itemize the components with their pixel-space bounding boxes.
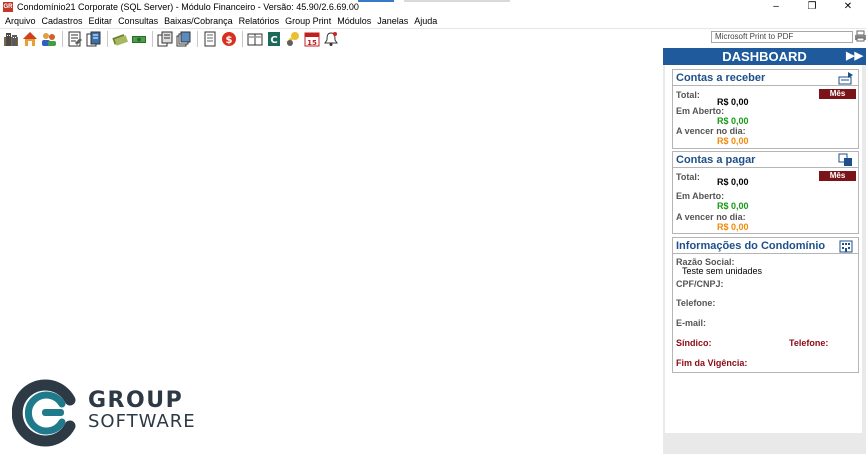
cash-icon[interactable] [130, 30, 148, 48]
card-title-receber-label: Contas a receber [676, 72, 766, 84]
pagar-vencer-value: R$ 0,00 [717, 222, 749, 232]
pagar-aberto-label: Em Aberto: [676, 191, 725, 201]
dashboard-header: DASHBOARD ▶▶ [663, 48, 866, 65]
cpf-cnpj-label: CPF/CNPJ: [676, 279, 724, 289]
receber-vencer-value: R$ 0,00 [717, 136, 749, 146]
restore-button[interactable]: ❐ [794, 0, 830, 14]
group-software-logo-icon [11, 378, 82, 448]
dashboard-body: Contas a receber Mês Total: R$ 0,00 Em A… [665, 65, 862, 433]
receber-total-label: Total: [676, 90, 700, 100]
pagar-total-value: R$ 0,00 [717, 177, 749, 187]
calendar-icon[interactable]: 15 [303, 30, 321, 48]
svg-text:$: $ [226, 35, 233, 46]
mes-button-pagar[interactable]: Mês [819, 171, 856, 181]
title-accent-secondary [404, 0, 510, 2]
toolbar-separator [242, 30, 243, 47]
stack-documents-icon[interactable] [175, 30, 193, 48]
dashboard-title: DASHBOARD [722, 49, 807, 64]
menu-editar[interactable]: Editar [86, 16, 116, 26]
documents-icon[interactable] [85, 30, 103, 48]
pagar-vencer-label: A vencer no dia: [676, 212, 746, 222]
document-edit-icon[interactable] [66, 30, 84, 48]
card-title-pagar-label: Contas a pagar [676, 154, 756, 166]
alarm-icon[interactable] [322, 30, 340, 48]
notepad-icon[interactable] [201, 30, 219, 48]
logo-text-group: GROUP [88, 388, 184, 413]
close-button[interactable]: ✕ [830, 0, 866, 14]
svg-text:C: C [270, 35, 277, 46]
key-user-icon[interactable] [284, 30, 302, 48]
payables-icon [838, 153, 854, 167]
menu-relatorios[interactable]: Relatórios [236, 16, 283, 26]
receber-vencer-label: A vencer no dia: [676, 126, 746, 136]
telefone-label: Telefone: [676, 298, 716, 308]
building-info-icon [838, 239, 854, 253]
title-accent [358, 0, 394, 2]
razao-social-value: Teste sem unidades [682, 266, 763, 276]
menu-modulos[interactable]: Módulos [334, 16, 374, 26]
minimize-button[interactable]: – [758, 0, 794, 14]
sindico-label: Síndico: [676, 338, 712, 348]
email-label: E-mail: [676, 318, 707, 328]
dashboard-panel: DASHBOARD ▶▶ Contas a receber Mês Total:… [663, 48, 866, 454]
card-contas-pagar: Contas a pagar Mês Total: R$ 0,00 Em Abe… [672, 151, 859, 234]
book-icon[interactable] [246, 30, 264, 48]
menu-baixas-cobranca[interactable]: Baixas/Cobrança [161, 16, 236, 26]
window-title: Condomínio21 Corporate (SQL Server) - Mó… [17, 2, 359, 12]
fim-vigencia-label: Fim da Vigência: [676, 358, 748, 368]
menu-consultas[interactable]: Consultas [115, 16, 161, 26]
users-icon[interactable] [40, 30, 58, 48]
receivables-icon [838, 71, 854, 85]
money-icon[interactable] [111, 30, 129, 48]
svg-text:15: 15 [307, 39, 317, 47]
home-icon[interactable] [21, 30, 39, 48]
card-contas-receber: Contas a receber Mês Total: R$ 0,00 Em A… [672, 69, 859, 149]
card-title-receber: Contas a receber [673, 70, 858, 86]
mes-button-receber[interactable]: Mês [819, 89, 856, 99]
pagar-aberto-value: R$ 0,00 [717, 201, 749, 211]
menu-cadastros[interactable]: Cadastros [39, 16, 86, 26]
building-icon[interactable] [2, 30, 20, 48]
app-icon: GR [3, 2, 13, 12]
pagar-total-label: Total: [676, 172, 700, 182]
menu-bar: Arquivo Cadastros Editar Consultas Baixa… [0, 14, 866, 28]
card-title-info: Informações do Condomínio [673, 238, 858, 254]
window-controls: – ❐ ✕ [758, 0, 866, 14]
title-bar: GR Condomínio21 Corporate (SQL Server) -… [0, 0, 866, 14]
menu-janelas[interactable]: Janelas [374, 16, 411, 26]
ledger-icon[interactable]: C [265, 30, 283, 48]
menu-ajuda[interactable]: Ajuda [411, 16, 440, 26]
logo-text-software: SOFTWARE [88, 411, 196, 432]
card-title-pagar: Contas a pagar [673, 152, 858, 168]
sindico-telefone-label: Telefone: [789, 338, 829, 348]
toolbar-separator [107, 30, 108, 47]
toolbar-separator [152, 30, 153, 47]
card-informacoes-condominio: Informações do Condomínio Razão Social: … [672, 237, 859, 373]
menu-arquivo[interactable]: Arquivo [2, 16, 39, 26]
toolbar-separator [197, 30, 198, 47]
toolbar-separator [62, 30, 63, 47]
dollar-icon[interactable]: $ [220, 30, 238, 48]
menu-group-print[interactable]: Group Print [282, 16, 334, 26]
collapse-arrows-icon[interactable]: ▶▶ [846, 48, 863, 65]
receber-aberto-value: R$ 0,00 [717, 116, 749, 126]
printer-icon[interactable] [855, 30, 866, 44]
report-icon[interactable] [156, 30, 174, 48]
card-title-info-label: Informações do Condomínio [676, 240, 826, 252]
receber-aberto-label: Em Aberto: [676, 106, 725, 116]
printer-select[interactable]: Microsoft Print to PDF [711, 31, 853, 43]
